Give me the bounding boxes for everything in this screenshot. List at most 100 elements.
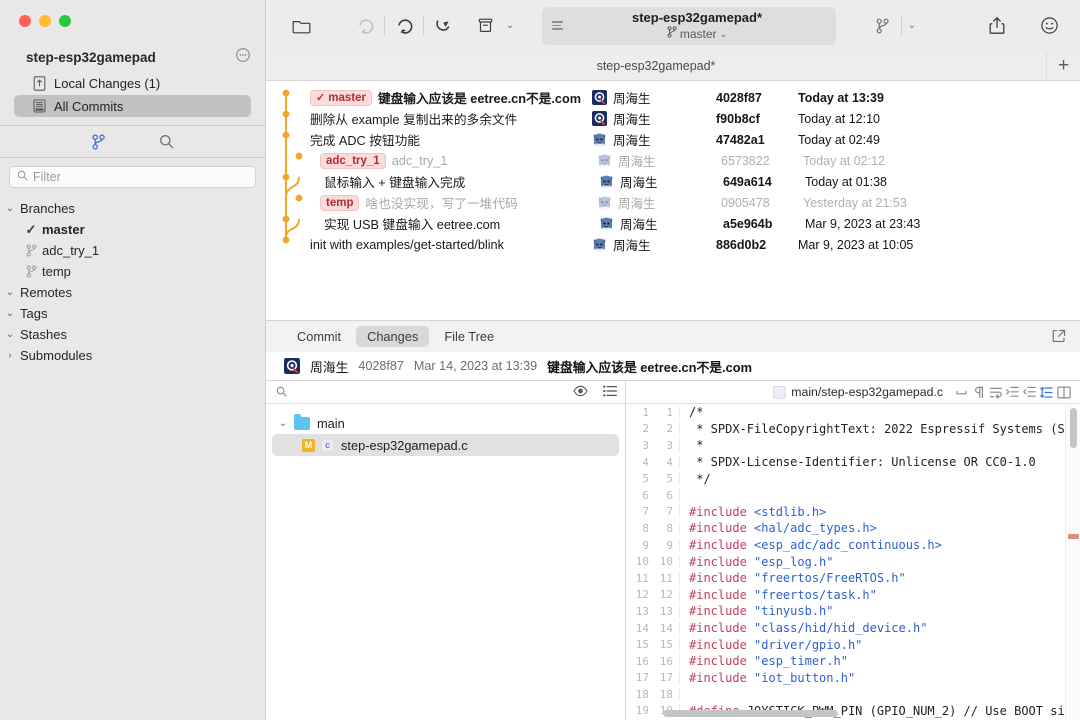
- commit-date: Today at 02:49: [798, 132, 881, 147]
- commit-row[interactable]: init with examples/get-started/blink 周海生…: [266, 234, 1080, 255]
- sort-diff-icon[interactable]: [1038, 383, 1055, 401]
- filter-input[interactable]: Filter: [9, 166, 256, 188]
- commit-message: 鼠标输入 + 键盘输入完成: [324, 176, 466, 190]
- tab-step-esp32gamepad[interactable]: step-esp32gamepad*: [266, 51, 1046, 80]
- detail-hash: 4028f87: [358, 359, 404, 373]
- commit-hash: a5e964b: [723, 216, 773, 231]
- code-horizontal-scrollbar[interactable]: [663, 710, 838, 717]
- commit-list[interactable]: ✓ master 键盘输入应该是 eetree.cn不是.com 周海生 4028…: [266, 81, 1080, 320]
- new-tab-button[interactable]: +: [1046, 51, 1080, 80]
- line-number-old: 3: [642, 438, 649, 452]
- code-line: 12 12 #include "freertos/task.h": [626, 587, 1080, 604]
- commit-row[interactable]: adc_try_1 adc_try_1 周海生 6573822 Today at…: [266, 150, 1080, 171]
- open-external-icon[interactable]: [1052, 329, 1066, 346]
- toolbar-divider: [423, 15, 424, 36]
- folder-icon: [294, 413, 310, 430]
- code-diff-view[interactable]: 1 1 /* 22 * SPDX-FileCopyrightText: 2022 E…: [626, 404, 1080, 720]
- close-button[interactable]: [19, 15, 31, 27]
- pilcrow-icon[interactable]: [970, 383, 987, 401]
- commit-hash: 0905478: [721, 195, 770, 210]
- open-repository-button[interactable]: [284, 12, 318, 40]
- code-line: 18 18: [626, 686, 1080, 703]
- sidebar-item-all-commits[interactable]: All Commits: [14, 95, 251, 117]
- sidebar-group-branches[interactable]: ⌄ Branches: [0, 198, 265, 219]
- fetch-button[interactable]: [348, 12, 382, 40]
- sidebar-group-stashes[interactable]: ⌄ Stashes: [0, 324, 265, 345]
- commit-row[interactable]: 删除从 example 复制出来的多余文件 周海生 f90b8cf Today …: [266, 108, 1080, 129]
- branch-badge-temp[interactable]: temp: [320, 194, 360, 211]
- tab-changes[interactable]: Changes: [356, 326, 430, 347]
- commits-icon: [32, 99, 47, 114]
- code-text: * SPDX-FileCopyrightText: 2022 Espressif…: [689, 421, 1080, 436]
- sidebar-search-tab[interactable]: [156, 132, 178, 152]
- feedback-button[interactable]: [1032, 12, 1066, 40]
- chevron-down-icon: ⌄: [278, 417, 288, 429]
- commit-row[interactable]: 鼠标输入 + 键盘输入完成 周海生 649a614 Today at 01:38: [266, 171, 1080, 192]
- commit-hash: f90b8cf: [716, 111, 760, 126]
- repository-pill-branch: master ⌄: [568, 25, 826, 42]
- commit-row[interactable]: 实现 USB 键盘输入 eetree.com 周海生 a5e964b Mar 9…: [266, 213, 1080, 234]
- increase-context-icon[interactable]: [1021, 383, 1038, 401]
- group-label: Tags: [20, 306, 48, 321]
- sidebar-branch-adc-try-1[interactable]: adc_try_1: [0, 240, 265, 261]
- list-view-icon[interactable]: [603, 385, 618, 400]
- line-number-new: 12: [654, 588, 680, 602]
- stash-button[interactable]: [468, 12, 502, 40]
- branch-button[interactable]: [865, 12, 899, 40]
- code-text: #include "tinyusb.h": [689, 604, 834, 619]
- maximize-button[interactable]: [59, 15, 71, 27]
- avatar: [597, 195, 612, 210]
- repository-pill[interactable]: step-esp32gamepad* master ⌄: [542, 6, 836, 45]
- minimize-button[interactable]: [39, 15, 51, 27]
- commit-date: Today at 13:39: [798, 90, 884, 105]
- commit-row[interactable]: 完成 ADC 按钮功能 周海生 47482a1 Today at 02:49: [266, 129, 1080, 150]
- app-window: step-esp32gamepad Local Changes (1) All …: [0, 0, 1080, 720]
- line-number-new: 11: [654, 571, 680, 585]
- code-text: /*: [689, 405, 704, 420]
- sidebar-branch-temp[interactable]: temp: [0, 261, 265, 282]
- tab-file-tree[interactable]: File Tree: [433, 326, 505, 347]
- toolbar: ⌄ step-esp32gamepad* master ⌄ ⌄: [266, 0, 1080, 51]
- eye-icon[interactable]: [573, 385, 588, 400]
- commit-row[interactable]: ✓ master 键盘输入应该是 eetree.cn不是.com 周海生 4028…: [266, 87, 1080, 108]
- sidebar-branch-master[interactable]: ✓ master: [0, 219, 265, 240]
- line-number-new: 4: [654, 455, 680, 469]
- detail-message: 键盘输入应该是 eetree.cn不是.com: [547, 359, 752, 375]
- branch-badge-master[interactable]: ✓ master: [310, 89, 372, 106]
- author-name: 周海生: [613, 92, 651, 106]
- share-button[interactable]: [980, 12, 1014, 40]
- badge-label: adc_try_1: [326, 154, 380, 167]
- wrap-lines-icon[interactable]: [987, 383, 1004, 401]
- tab-strip: step-esp32gamepad* +: [266, 51, 1080, 81]
- sidebar-group-remotes[interactable]: ⌄ Remotes: [0, 282, 265, 303]
- file-changes-icon: [32, 75, 47, 91]
- sidebar-group-tags[interactable]: ⌄ Tags: [0, 303, 265, 324]
- sidebar-group-submodules[interactable]: › Submodules: [0, 345, 265, 366]
- commit-subject: 实现 USB 键盘输入 eetree.com: [310, 214, 599, 233]
- stash-dropdown-caret[interactable]: ⌄: [502, 14, 518, 38]
- code-text: */: [689, 471, 711, 486]
- decrease-context-icon[interactable]: [1004, 383, 1021, 401]
- file-tree-item[interactable]: M c step-esp32gamepad.c: [272, 434, 619, 456]
- branch-badge-adc-try-1[interactable]: adc_try_1: [320, 152, 386, 169]
- ellipsis-circle-icon[interactable]: [235, 47, 251, 63]
- tab-commit[interactable]: Commit: [286, 326, 352, 347]
- code-vertical-scrollbar[interactable]: [1070, 408, 1077, 448]
- file-search-bar[interactable]: [266, 381, 625, 404]
- sidebar-branches-tab[interactable]: [88, 132, 110, 152]
- chevron-down-icon: ⌄: [5, 203, 15, 214]
- sidebar-item-local-changes[interactable]: Local Changes (1): [14, 72, 251, 94]
- chevron-right-icon: ›: [8, 350, 12, 361]
- split-view-icon[interactable]: [1055, 383, 1072, 401]
- code-text: #include "driver/gpio.h": [689, 637, 863, 652]
- modified-status-badge: M: [302, 438, 315, 452]
- branch-dropdown-caret[interactable]: ⌄: [904, 14, 920, 38]
- commit-subject: ✓ master 键盘输入应该是 eetree.cn不是.com: [310, 88, 592, 107]
- commit-row[interactable]: temp 啥也没实现，写了一堆代码 周海生 0905478 Yesterday …: [266, 192, 1080, 213]
- code-line: 16 16 #include "esp_timer.h": [626, 653, 1080, 670]
- code-line: 14 14 #include "class/hid/hid_device.h": [626, 620, 1080, 637]
- whitespace-icon[interactable]: [953, 383, 970, 401]
- file-tree-folder-main[interactable]: ⌄ main: [266, 412, 625, 434]
- pull-button[interactable]: [387, 12, 421, 40]
- push-button[interactable]: [426, 12, 460, 40]
